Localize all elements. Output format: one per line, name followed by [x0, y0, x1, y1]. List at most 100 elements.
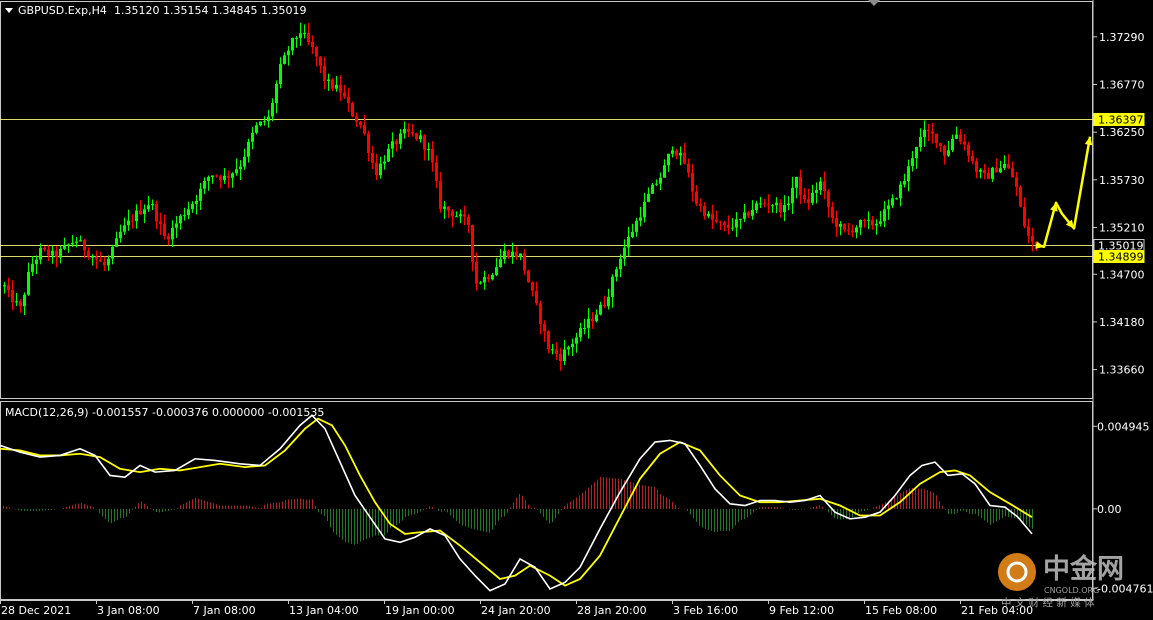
candle-bear — [371, 152, 374, 163]
candle-bull — [211, 175, 214, 178]
candle-bear — [315, 47, 318, 57]
candle-bull — [639, 217, 642, 221]
candle-bull — [567, 347, 570, 350]
candle-bull — [27, 271, 30, 295]
candle-bear — [547, 331, 550, 350]
candle-bull — [15, 301, 18, 303]
candle-bull — [883, 209, 886, 222]
candle-bear — [1011, 167, 1014, 178]
candle-bull — [271, 103, 274, 117]
macd-tick-label: 0.004945 — [1097, 420, 1150, 433]
candle-bull — [275, 83, 278, 104]
candle-bear — [375, 162, 378, 176]
candle-bear — [215, 175, 218, 177]
candle-bear — [307, 32, 310, 43]
candle-bear — [451, 210, 454, 217]
candle-bull — [443, 206, 446, 209]
candle-bear — [559, 353, 562, 362]
chart-shift-marker-icon[interactable] — [868, 0, 880, 6]
candle-bull — [403, 128, 406, 134]
candle-bull — [839, 223, 842, 227]
price-tick-label: 1.35210 — [1099, 222, 1145, 235]
watermark-sub: CNGOLD.ORG — [1044, 586, 1099, 595]
candle-bull — [731, 227, 734, 229]
candle-bull — [239, 166, 242, 170]
candle-bear — [47, 249, 50, 256]
candle-bull — [891, 198, 894, 206]
candle-bull — [63, 245, 66, 249]
candle-bear — [591, 318, 594, 322]
candle-bull — [631, 231, 634, 237]
candle-bull — [879, 221, 882, 224]
forecast-path — [1035, 136, 1092, 248]
candle-bear — [447, 206, 450, 211]
candle-bull — [579, 328, 582, 338]
candle-bear — [799, 176, 802, 196]
candle-bear — [959, 134, 962, 142]
macd-tick-label: 0.00 — [1097, 503, 1122, 516]
candle-bull — [143, 209, 146, 215]
time-tick-label: 28 Jan 20:00 — [577, 604, 647, 617]
candle-bull — [671, 150, 674, 154]
candle-bull — [479, 282, 482, 284]
candle-bear — [719, 221, 722, 223]
time-tick-label: 19 Jan 00:00 — [385, 604, 455, 617]
candle-bull — [59, 248, 62, 258]
candle-bull — [787, 203, 790, 206]
candle-bull — [951, 138, 954, 151]
price-tick-label: 1.34180 — [1099, 316, 1145, 329]
candle-bear — [931, 131, 934, 134]
level-tag-label-2: 1.34899 — [1098, 251, 1144, 264]
candle-bull — [755, 203, 758, 210]
candle-bull — [223, 175, 226, 180]
candle-bull — [735, 219, 738, 228]
candle-bull — [383, 161, 386, 164]
candle-bear — [943, 145, 946, 156]
candle-bear — [475, 261, 478, 284]
candle-bull — [495, 267, 498, 275]
candle-bear — [975, 161, 978, 172]
candle-bear — [87, 250, 90, 257]
candle-bull — [979, 169, 982, 172]
candle-bear — [987, 173, 990, 179]
time-tick-label: 7 Jan 08:00 — [193, 604, 256, 617]
candle-bear — [851, 230, 854, 233]
candle-bull — [615, 269, 618, 277]
candle-bear — [99, 259, 102, 262]
candle-bull — [91, 256, 94, 258]
candle-bull — [599, 304, 602, 315]
candle-bear — [935, 133, 938, 144]
candle-bull — [1003, 163, 1006, 169]
candle-bear — [963, 141, 966, 145]
candle-bull — [587, 318, 590, 329]
candle-bull — [419, 135, 422, 140]
candle-bear — [323, 65, 326, 81]
candle-bull — [259, 121, 262, 126]
candle-bear — [1015, 177, 1018, 188]
price-tick-label: 1.34700 — [1099, 268, 1145, 281]
candle-bull — [707, 213, 710, 217]
candle-bull — [623, 247, 626, 259]
time-tick-label: 15 Feb 08:00 — [865, 604, 937, 617]
candle-bear — [1023, 206, 1026, 227]
candle-bull — [291, 37, 294, 51]
candle-bull — [119, 231, 122, 239]
candle-bear — [415, 133, 418, 140]
candle-bear — [351, 103, 354, 117]
candle-bull — [151, 204, 154, 206]
candle-bull — [387, 148, 390, 162]
candle-bull — [455, 216, 458, 218]
candle-bear — [43, 247, 46, 250]
cngold-watermark: 中金网 CNGOLD.ORG 中 文 财 经 新 媒 体 — [998, 553, 1124, 609]
price-tick-label: 1.36770 — [1099, 79, 1145, 92]
symbol-menu-triangle-icon[interactable] — [5, 8, 13, 13]
candle-bull — [643, 201, 646, 218]
candle-bull — [187, 209, 190, 216]
macd-histogram — [3, 476, 1033, 545]
candle-bear — [831, 206, 834, 218]
candle-bear — [543, 324, 546, 332]
candle-bear — [535, 290, 538, 304]
candle-bear — [311, 42, 314, 48]
candle-bear — [675, 150, 678, 156]
candle-bull — [491, 274, 494, 280]
